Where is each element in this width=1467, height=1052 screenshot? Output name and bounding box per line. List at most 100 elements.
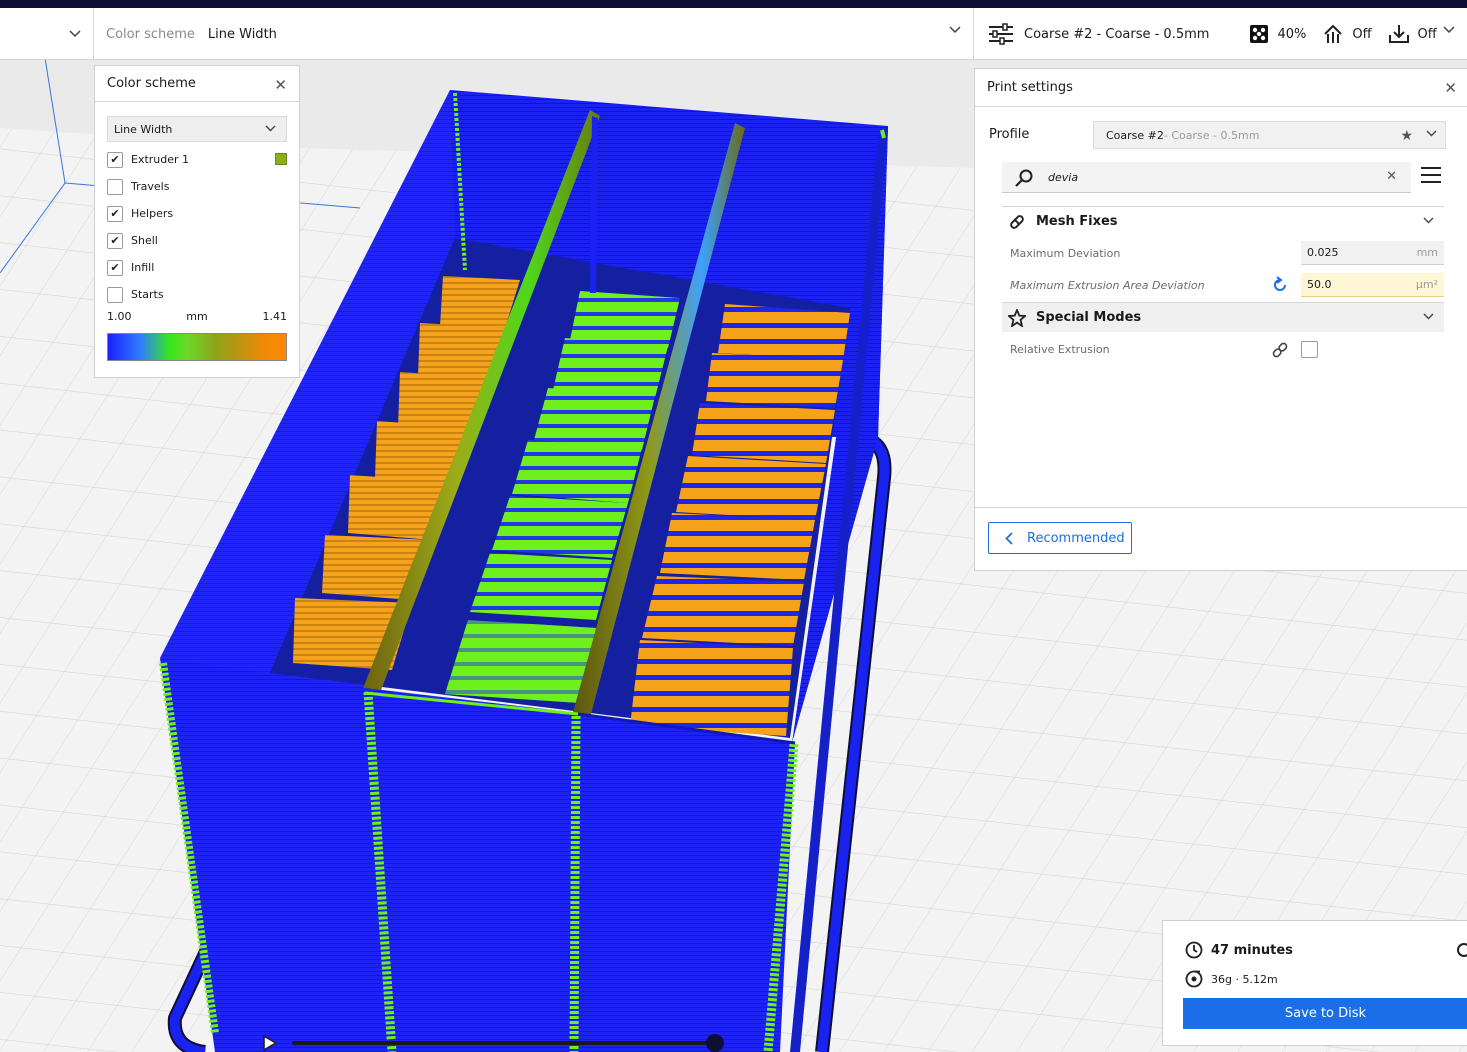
legend-min: 1.00 [107, 310, 132, 323]
extruder-color-swatch [275, 153, 287, 165]
info-icon[interactable] [1457, 943, 1467, 957]
option-extruder-1[interactable]: ✔ Extruder 1 [95, 146, 299, 173]
category-mesh-fixes[interactable]: Mesh Fixes [1002, 206, 1444, 236]
chevron-down-icon [1443, 26, 1455, 34]
color-scheme-dropdown-value: Line Width [114, 122, 173, 136]
chevron-down-icon [265, 125, 276, 132]
infill-indicator: 40% [1249, 24, 1306, 44]
link-icon[interactable] [1271, 341, 1289, 359]
profile-name: Coarse #2 [1106, 128, 1164, 142]
infill-icon [1250, 25, 1269, 43]
checkbox-checked[interactable]: ✔ [107, 232, 123, 249]
option-label: Extruder 1 [131, 153, 190, 166]
checkbox-unchecked[interactable] [107, 286, 123, 303]
print-settings-selector[interactable]: Coarse #2 - Coarse - 0.5mm 40% Off Off [974, 8, 1467, 60]
print-settings-footer: Recommended [975, 507, 1467, 572]
adhesion-indicator: Off [1388, 24, 1437, 44]
material-usage: 36g · 5.12m [1211, 972, 1278, 986]
job-specs-panel: 47 minutes 36g · 5.12m Save to Disk [1162, 920, 1467, 1046]
print-settings-panel: Print settings ✕ Profile Coarse #2 - Coa… [974, 68, 1467, 571]
chevron-down-icon [69, 30, 81, 38]
save-label: Save to Disk [1284, 1006, 1367, 1021]
field-value: 50.0 [1307, 278, 1332, 291]
option-label: Starts [131, 288, 164, 301]
mesh-fixes-icon [1010, 215, 1024, 229]
profile-dropdown[interactable]: Coarse #2 - Coarse - 0.5mm ★ [1093, 121, 1446, 149]
option-label: Shell [131, 234, 158, 247]
sliders-icon [989, 23, 1013, 45]
max-extrusion-area-deviation-input[interactable]: 50.0 µm² [1301, 273, 1444, 297]
field-unit: µm² [1415, 278, 1438, 291]
setting-label-max-extrusion-area-deviation: Maximum Extrusion Area Deviation [1010, 279, 1205, 292]
color-scheme-label: Color scheme [106, 26, 195, 42]
star-outline-icon [1008, 309, 1026, 327]
option-starts[interactable]: Starts [95, 281, 299, 308]
close-icon[interactable]: ✕ [1444, 79, 1457, 97]
chevron-down-icon [1423, 217, 1434, 224]
legend-max: 1.41 [262, 310, 288, 323]
option-helpers[interactable]: ✔ Helpers [95, 200, 299, 227]
clock-icon [1185, 941, 1203, 959]
slider-track[interactable] [292, 1041, 720, 1045]
color-scheme-selector[interactable]: Color scheme Line Width [94, 8, 974, 60]
option-label: Helpers [131, 207, 174, 220]
print-time-row: 47 minutes [1185, 941, 1293, 959]
spool-icon [1185, 970, 1203, 988]
chevron-down-icon [1423, 313, 1434, 320]
relative-extrusion-checkbox[interactable] [1301, 341, 1318, 358]
star-icon[interactable]: ★ [1400, 128, 1413, 144]
option-shell[interactable]: ✔ Shell [95, 227, 299, 254]
maximum-deviation-input[interactable]: 0.025 mm [1301, 241, 1444, 265]
settings-search-input[interactable]: devia ✕ [1002, 162, 1411, 193]
checkbox-unchecked[interactable] [107, 178, 123, 195]
option-label: Travels [131, 180, 170, 193]
chevron-down-icon [1426, 130, 1437, 137]
support-icon [1324, 24, 1343, 43]
option-infill[interactable]: ✔ Infill [95, 254, 299, 281]
legend-gradient [107, 333, 287, 361]
layer-slider[interactable] [260, 1034, 730, 1052]
print-settings-header: Print settings ✕ [975, 69, 1467, 107]
header-profile-name: Coarse #2 - Coarse - 0.5mm [1024, 26, 1210, 42]
chevron-left-icon [1005, 532, 1013, 545]
print-time: 47 minutes [1211, 942, 1293, 958]
checkbox-checked[interactable]: ✔ [107, 259, 123, 276]
window-top-strip [0, 0, 1467, 8]
color-scheme-dropdown[interactable]: Line Width [107, 116, 287, 142]
search-icon [1015, 169, 1033, 187]
option-label: Infill [131, 261, 155, 274]
checkbox-checked[interactable]: ✔ [107, 205, 123, 222]
search-value: devia [1048, 170, 1079, 184]
reset-icon[interactable] [1271, 276, 1289, 294]
print-settings-title: Print settings [987, 80, 1073, 95]
close-icon[interactable]: ✕ [274, 76, 287, 94]
field-unit: mm [1416, 246, 1438, 259]
legend-unit: mm [186, 310, 208, 323]
recommended-button[interactable]: Recommended [988, 522, 1132, 554]
material-row: 36g · 5.12m [1185, 970, 1278, 988]
category-title: Mesh Fixes [1036, 214, 1118, 229]
play-icon[interactable] [262, 1034, 278, 1052]
stage-selector[interactable] [0, 8, 94, 60]
top-toolbar: Color scheme Line Width Coarse #2 - Coar… [0, 8, 1467, 60]
category-title: Special Modes [1036, 310, 1142, 325]
color-scheme-panel: Color scheme ✕ Line Width ✔ Extruder 1 T… [94, 65, 300, 378]
legend-range: 1.00 mm 1.41 [95, 310, 299, 323]
setting-label-maximum-deviation: Maximum Deviation [1010, 247, 1121, 260]
color-scheme-panel-header: Color scheme ✕ [95, 66, 299, 102]
menu-icon[interactable] [1421, 166, 1441, 184]
recommended-label: Recommended [1027, 530, 1125, 546]
save-to-disk-button[interactable]: Save to Disk [1183, 998, 1467, 1029]
adhesion-value: Off [1417, 26, 1437, 42]
slider-thumb[interactable] [706, 1034, 724, 1052]
clear-search-icon[interactable]: ✕ [1386, 169, 1397, 184]
color-scheme-panel-title: Color scheme [107, 76, 196, 91]
color-scheme-value: Line Width [207, 26, 277, 42]
support-value: Off [1352, 26, 1372, 42]
support-indicator: Off [1322, 24, 1372, 44]
profile-subtitle: - Coarse - 0.5mm [1163, 128, 1260, 142]
category-special-modes[interactable]: Special Modes [1002, 302, 1444, 332]
field-value: 0.025 [1307, 246, 1339, 259]
option-travels[interactable]: Travels [95, 173, 299, 200]
checkbox-checked[interactable]: ✔ [107, 151, 123, 168]
